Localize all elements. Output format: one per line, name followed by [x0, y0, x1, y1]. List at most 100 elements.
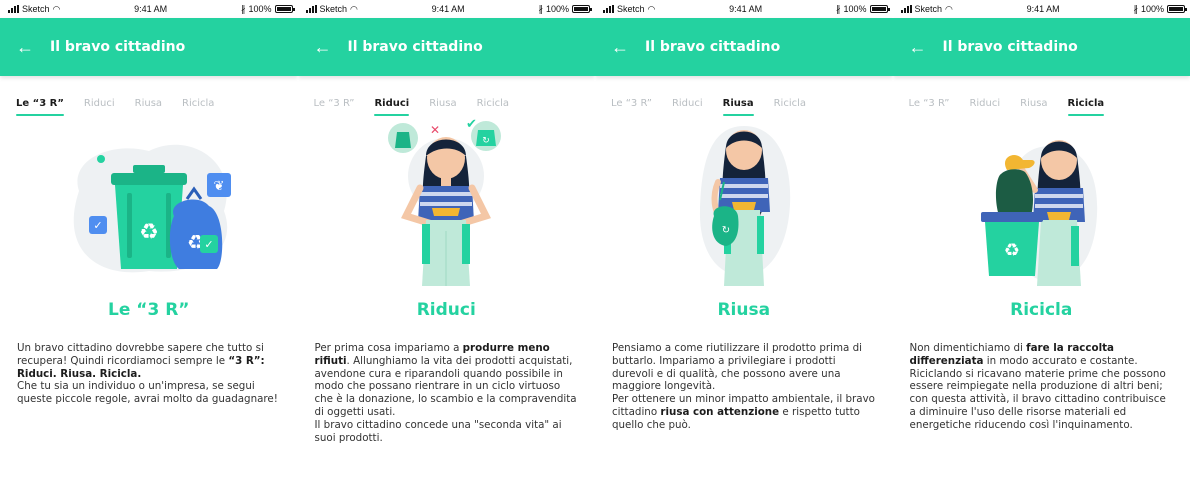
woman-reduce-illustration: ↻ ✕ ✔: [298, 116, 596, 286]
tab-le-3r[interactable]: Le “3 R”: [611, 98, 652, 116]
section-heading: Ricicla: [1010, 300, 1073, 320]
tab-riduci[interactable]: Riduci: [374, 98, 409, 116]
status-right: ∦ 100%: [1133, 3, 1187, 15]
woman-recycle-bin-illustration: ♻: [893, 116, 1190, 286]
body-text: Il bravo cittadino concede una "seconda …: [314, 418, 562, 444]
body-text: Un bravo cittadino dovrebbe sapere che t…: [17, 342, 264, 367]
status-right: ∦ 100%: [836, 4, 890, 15]
back-arrow-icon[interactable]: ←: [16, 37, 38, 58]
svg-text:✓: ✓: [93, 219, 102, 232]
body-text: Non dimentichiamo di: [909, 342, 1027, 354]
signal-icon: [305, 5, 317, 13]
app-title: Il bravo cittadino: [645, 39, 781, 55]
battery-label: 100%: [248, 4, 272, 14]
app-bar: ← Il bravo cittadino: [0, 18, 298, 76]
tab-riduci[interactable]: Riduci: [84, 98, 115, 116]
bluetooth-icon: ∦: [538, 3, 543, 14]
body-paragraph: Pensiamo a come riutilizzare il prodotto…: [612, 342, 878, 393]
battery-icon: [1167, 5, 1187, 13]
body-text: Pensiamo a come riutilizzare il prodotto…: [612, 342, 862, 393]
battery-icon: [869, 5, 890, 13]
status-time: 9:41 AM: [1026, 4, 1060, 14]
tab-riusa[interactable]: Riusa: [1020, 98, 1047, 116]
screen-riduci: Sketch ◠ 9:41 AM ∦ 100% ← Il bravo citta…: [297, 0, 596, 495]
svg-text:↻: ↻: [722, 225, 730, 236]
tab-ricicla[interactable]: Ricicla: [182, 98, 214, 116]
body-paragraph: Un bravo cittadino dovrebbe sapere che t…: [17, 342, 283, 380]
status-right: ∦ 100%: [538, 3, 592, 15]
battery-label: 100%: [843, 4, 867, 14]
carrier-label: Sketch: [319, 4, 348, 14]
body-bold-text: riusa con attenzione: [660, 405, 780, 418]
status-left: Sketch ◠: [900, 3, 953, 15]
section-body: Pensiamo a come riutilizzare il prodotto…: [595, 342, 893, 432]
section-heading: Le “3 R”: [108, 300, 190, 320]
body-text: . Allunghiamo la vita dei prodotti acqui…: [314, 354, 577, 418]
tab-bar: Le “3 R” Riduci Riusa Ricicla: [298, 76, 596, 116]
bluetooth-icon: ∦: [240, 3, 246, 14]
status-left: Sketch ◠: [603, 4, 655, 15]
tab-riduci[interactable]: Riduci: [672, 98, 703, 116]
section-heading: Riduci: [416, 300, 476, 320]
tab-riusa[interactable]: Riusa: [722, 98, 754, 116]
svg-text:✓: ✓: [204, 238, 213, 251]
svg-text:❦: ❦: [213, 179, 224, 194]
screen-riusa: Sketch ◠ 9:41 AM ∦ 100% ← Il bravo citta…: [595, 0, 893, 495]
section-body: Un bravo cittadino dovrebbe sapere che t…: [0, 342, 298, 406]
battery-icon: [572, 5, 592, 13]
svg-text:✔: ✔: [466, 117, 477, 132]
tab-ricicla[interactable]: Ricicla: [477, 98, 509, 116]
signal-icon: [900, 5, 912, 13]
tab-riusa[interactable]: Riusa: [135, 98, 162, 116]
tab-bar: Le “3 R” Riduci Riusa Ricicla: [893, 76, 1190, 116]
svg-text:✕: ✕: [430, 123, 440, 137]
carrier-label: Sketch: [617, 4, 645, 14]
wifi-icon: ◠: [647, 3, 656, 14]
screens-row: Sketch ◠ 9:41 AM ∦ 100% ← Il bravo citta…: [0, 0, 1190, 495]
back-arrow-icon[interactable]: ←: [611, 37, 633, 58]
body-text: Per prima cosa impariamo a: [314, 342, 463, 354]
tab-riduci[interactable]: Riduci: [969, 98, 1000, 116]
wifi-icon: ◠: [945, 3, 953, 14]
svg-text:♻: ♻: [1004, 240, 1020, 261]
wifi-icon: ◠: [350, 3, 358, 14]
status-time: 9:41 AM: [134, 4, 168, 14]
signal-icon: [603, 5, 614, 13]
app-title: Il bravo cittadino: [347, 39, 483, 55]
status-time: 9:41 AM: [729, 4, 763, 14]
section-body: Non dimentichiamo di fare la raccolta di…: [893, 342, 1190, 432]
screen-le-3r: Sketch ◠ 9:41 AM ∦ 100% ← Il bravo citta…: [0, 0, 298, 495]
tab-le-3r[interactable]: Le “3 R”: [16, 98, 64, 116]
tab-le-3r[interactable]: Le “3 R”: [909, 98, 950, 116]
battery-label: 100%: [1140, 4, 1164, 14]
wifi-icon: ◠: [52, 3, 61, 14]
body-paragraph: Per prima cosa impariamo a produrre meno…: [315, 342, 581, 419]
body-paragraph: Il bravo cittadino concede una "seconda …: [315, 419, 581, 445]
tab-bar: Le “3 R” Riduci Riusa Ricicla: [0, 76, 298, 116]
tab-le-3r[interactable]: Le “3 R”: [314, 98, 355, 116]
carrier-label: Sketch: [22, 4, 50, 14]
app-bar: ← Il bravo cittadino: [892, 18, 1190, 76]
bluetooth-icon: ∦: [1133, 3, 1138, 14]
body-paragraph: Per ottenere un minor impatto ambientale…: [612, 393, 878, 431]
carrier-label: Sketch: [914, 4, 943, 14]
tab-riusa[interactable]: Riusa: [429, 98, 456, 116]
svg-text:↻: ↻: [482, 136, 490, 146]
status-bar: Sketch ◠ 9:41 AM ∦ 100%: [595, 0, 893, 18]
status-right: ∦ 100%: [240, 3, 295, 15]
tab-ricicla[interactable]: Ricicla: [1067, 98, 1104, 116]
status-time: 9:41 AM: [431, 4, 465, 14]
screen-ricicla: Sketch ◠ 9:41 AM ∦ 100% ← Il bravo citta…: [892, 0, 1190, 495]
signal-icon: [8, 5, 19, 13]
back-arrow-icon[interactable]: ←: [314, 37, 336, 58]
back-arrow-icon[interactable]: ←: [909, 37, 931, 58]
battery-label: 100%: [545, 4, 569, 14]
recycling-bins-illustration: ♻ ♻ ❦ ✓ ✓: [0, 116, 298, 286]
battery-icon: [274, 5, 295, 13]
status-bar: Sketch ◠ 9:41 AM ∦ 100%: [298, 0, 596, 18]
tab-ricicla[interactable]: Ricicla: [774, 98, 806, 116]
svg-text:♻: ♻: [139, 220, 159, 245]
app-bar: ← Il bravo cittadino: [297, 18, 595, 76]
body-paragraph: Non dimentichiamo di fare la raccolta di…: [910, 342, 1176, 432]
body-text: Che tu sia un individuo o un'impresa, se…: [17, 380, 278, 406]
